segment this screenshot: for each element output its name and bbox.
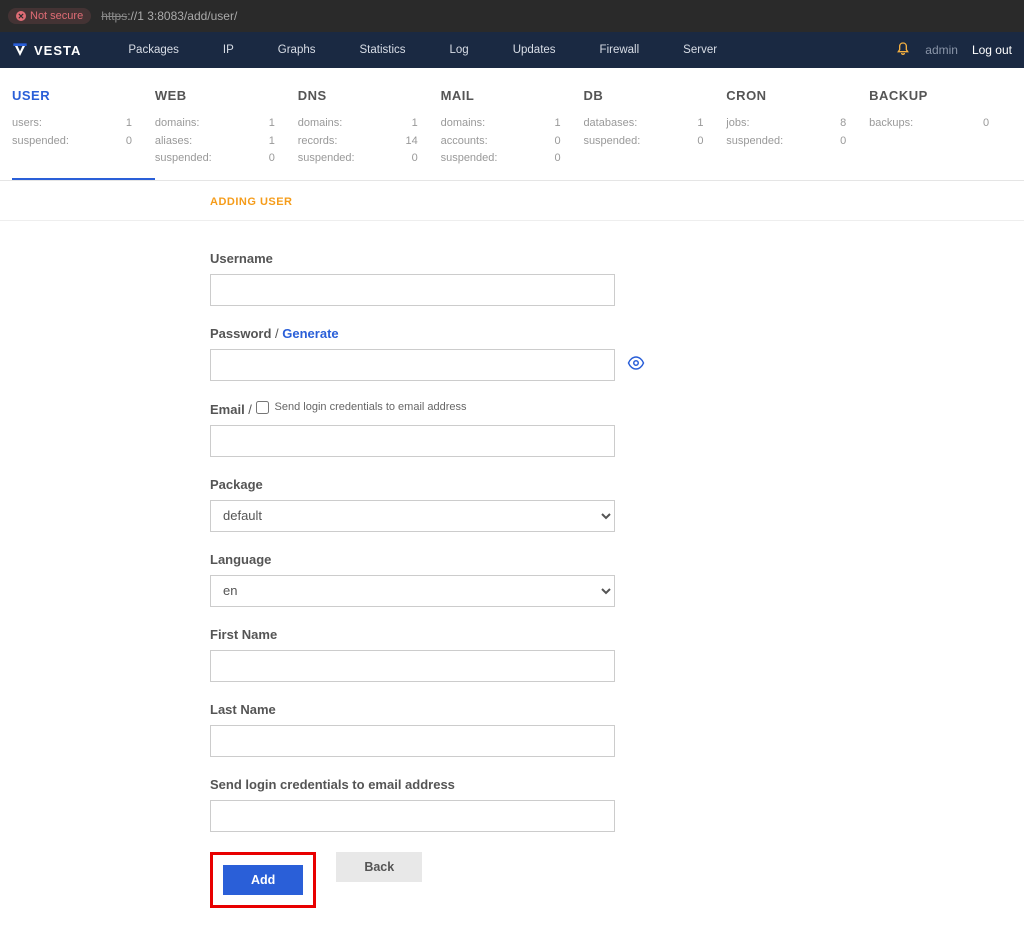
not-secure-label: Not secure: [30, 10, 83, 22]
add-button-highlight: Add: [210, 852, 316, 908]
stat-row: accounts:0: [441, 133, 561, 151]
field-password: Password / Generate: [210, 326, 1012, 381]
subnav-stats: domains:1records:14suspended:0: [298, 115, 441, 168]
nav-ip[interactable]: IP: [201, 44, 256, 56]
form-buttons: Add Back: [210, 852, 1012, 908]
field-email: Email / Send login credentials to email …: [210, 401, 1012, 457]
back-button[interactable]: Back: [336, 852, 422, 882]
stat-row: jobs:8: [726, 115, 846, 133]
subnav-stats: databases:1suspended:0: [583, 115, 726, 150]
subnav-dns[interactable]: DNS domains:1records:14suspended:0: [298, 68, 441, 180]
send-credentials-input[interactable]: [210, 800, 615, 832]
logout-link[interactable]: Log out: [972, 43, 1012, 57]
nav-graphs[interactable]: Graphs: [256, 44, 338, 56]
crumb-label: ADDING USER: [210, 196, 293, 208]
email-label: Email / Send login credentials to email …: [210, 401, 1012, 417]
brand-logo[interactable]: VESTA: [12, 42, 81, 58]
field-send-credentials: Send login credentials to email address: [210, 777, 1012, 832]
not-secure-badge: ✕ Not secure: [8, 8, 91, 24]
subnav-backup[interactable]: BACKUP backups:0: [869, 68, 1012, 180]
stat-row: suspended:0: [441, 150, 561, 168]
browser-address-bar: ✕ Not secure https://1 3:8083/add/user/: [0, 0, 1024, 32]
nav-updates[interactable]: Updates: [491, 44, 578, 56]
subnav-title: MAIL: [441, 88, 584, 103]
eye-icon: [627, 354, 645, 372]
current-user[interactable]: admin: [925, 43, 958, 57]
nav-packages[interactable]: Packages: [106, 44, 201, 56]
email-input[interactable]: [210, 425, 615, 457]
stat-row: databases:1: [583, 115, 703, 133]
nav-statistics[interactable]: Statistics: [338, 44, 428, 56]
package-label: Package: [210, 477, 1012, 492]
stat-row: suspended:0: [298, 150, 418, 168]
top-nav-items: Packages IP Graphs Statistics Log Update…: [106, 44, 895, 56]
password-input[interactable]: [210, 349, 615, 381]
stat-row: users:1: [12, 115, 132, 133]
subnav-title: CRON: [726, 88, 869, 103]
field-last-name: Last Name: [210, 702, 1012, 757]
package-select[interactable]: default: [210, 500, 615, 532]
field-package: Package default: [210, 477, 1012, 532]
subnav-stats: domains:1accounts:0suspended:0: [441, 115, 584, 168]
nav-server[interactable]: Server: [661, 44, 739, 56]
subnav-web[interactable]: WEB domains:1aliases:1suspended:0: [155, 68, 298, 180]
sub-nav: USERusers:1suspended:0WEBdomains:1aliase…: [0, 68, 1024, 181]
stat-row: domains:1: [155, 115, 275, 133]
language-select[interactable]: en: [210, 575, 615, 607]
last-name-input[interactable]: [210, 725, 615, 757]
field-first-name: First Name: [210, 627, 1012, 682]
field-language: Language en: [210, 552, 1012, 607]
subnav-title: DNS: [298, 88, 441, 103]
notifications-button[interactable]: [895, 41, 911, 60]
first-name-label: First Name: [210, 627, 1012, 642]
subnav-db[interactable]: DB databases:1suspended:0: [583, 68, 726, 180]
bell-icon: [895, 41, 911, 57]
send-credentials-cb-label: Send login credentials to email address: [275, 401, 467, 413]
subnav-mail[interactable]: MAIL domains:1accounts:0suspended:0: [441, 68, 584, 180]
page-crumb: ADDING USER: [0, 181, 1024, 221]
subnav-title: WEB: [155, 88, 298, 103]
subnav-stats: jobs:8suspended:0: [726, 115, 869, 150]
subnav-title: USER: [12, 88, 155, 103]
toggle-password-visibility[interactable]: [627, 354, 645, 375]
username-label: Username: [210, 251, 1012, 266]
stat-row: suspended:0: [12, 133, 132, 151]
brand-name: VESTA: [34, 43, 81, 58]
subnav-stats: backups:0: [869, 115, 1012, 133]
stat-row: aliases:1: [155, 133, 275, 151]
password-label: Password / Generate: [210, 326, 1012, 341]
subnav-user[interactable]: USER users:1suspended:0: [12, 68, 155, 180]
subnav-cron[interactable]: CRON jobs:8suspended:0: [726, 68, 869, 180]
field-username: Username: [210, 251, 1012, 306]
subnav-title: DB: [583, 88, 726, 103]
add-button[interactable]: Add: [223, 865, 303, 895]
subnav-stats: users:1suspended:0: [12, 115, 155, 150]
send-credentials-label: Send login credentials to email address: [210, 777, 1012, 792]
stat-row: suspended:0: [726, 133, 846, 151]
generate-password-link[interactable]: Generate: [282, 326, 338, 341]
stat-row: domains:1: [441, 115, 561, 133]
stat-row: backups:0: [869, 115, 989, 133]
send-credentials-checkbox[interactable]: [256, 401, 269, 414]
subnav-stats: domains:1aliases:1suspended:0: [155, 115, 298, 168]
subnav-title: BACKUP: [869, 88, 1012, 103]
top-nav: VESTA Packages IP Graphs Statistics Log …: [0, 32, 1024, 68]
add-user-form: Username Password / Generate Email / Sen…: [0, 221, 1024, 948]
language-label: Language: [210, 552, 1012, 567]
vesta-icon: [12, 42, 28, 58]
stat-row: suspended:0: [155, 150, 275, 168]
nav-firewall[interactable]: Firewall: [578, 44, 662, 56]
stat-row: suspended:0: [583, 133, 703, 151]
nav-log[interactable]: Log: [428, 44, 491, 56]
url-text[interactable]: https://1 3:8083/add/user/: [101, 9, 237, 23]
first-name-input[interactable]: [210, 650, 615, 682]
username-input[interactable]: [210, 274, 615, 306]
stat-row: records:14: [298, 133, 418, 151]
stat-row: domains:1: [298, 115, 418, 133]
last-name-label: Last Name: [210, 702, 1012, 717]
not-secure-icon: ✕: [16, 11, 26, 21]
